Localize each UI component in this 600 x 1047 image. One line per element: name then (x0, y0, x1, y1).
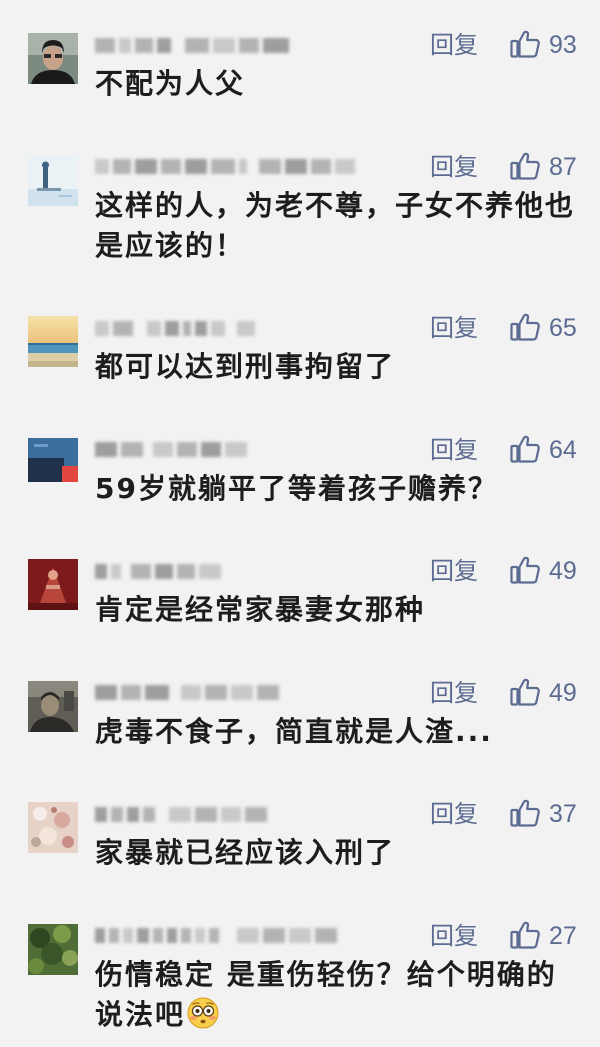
like-count: 87 (549, 152, 577, 181)
comment-item: 回复 93 不配为人父 (28, 30, 583, 104)
like-count: 49 (549, 678, 577, 707)
like-button[interactable]: 49 (510, 678, 582, 708)
like-button[interactable]: 64 (510, 435, 582, 465)
comment-header: 回复 37 (95, 799, 583, 829)
comment-text-fragment: 说法吧 (95, 997, 186, 1031)
comment-text-line: 是应该的！ (95, 228, 246, 262)
comment-header: 回复 93 (95, 30, 583, 60)
like-button[interactable]: 27 (510, 921, 582, 951)
username-blurred[interactable] (95, 927, 337, 945)
comment-text-line: 肯定是经常家暴妻女那种 (95, 593, 426, 626)
like-button[interactable]: 49 (510, 556, 582, 586)
reply-button[interactable]: 回复 (430, 802, 478, 826)
thumbs-up-icon (510, 30, 540, 58)
thumbs-up-icon (510, 313, 540, 341)
like-button[interactable]: 87 (510, 152, 582, 182)
comment-text-line: 59岁就躺平了等着孩子赡养？ (95, 471, 498, 505)
username-blurred[interactable] (95, 36, 289, 54)
like-button[interactable]: 37 (510, 799, 582, 829)
comment-header: 回复 49 (95, 678, 583, 708)
username-blurred[interactable] (95, 684, 279, 702)
comment-text-line: 这样的人，为老不尊，子女不养他也 (95, 188, 576, 222)
reply-button[interactable]: 回复 (430, 155, 478, 179)
comment-header: 回复 49 (95, 556, 583, 586)
avatar[interactable] (28, 33, 78, 84)
thumbs-up-icon (510, 799, 540, 827)
username-blurred[interactable] (95, 562, 221, 580)
like-count: 64 (549, 435, 577, 464)
reply-button[interactable]: 回复 (430, 681, 478, 705)
avatar[interactable] (28, 437, 78, 489)
avatar[interactable] (28, 923, 78, 975)
comment-text-line: 家暴就已经应该入刑了 (95, 836, 396, 869)
like-count: 65 (549, 314, 577, 342)
comment-header: 回复 65 (95, 313, 583, 343)
avatar[interactable] (28, 802, 78, 853)
username-blurred[interactable] (95, 158, 355, 176)
thumbs-up-icon (510, 921, 540, 949)
comment-item: 回复 49 肯定是经常家暴妻女那种 (28, 556, 583, 630)
comment-text-line: 都可以达到刑事拘留了 (95, 350, 396, 383)
like-count: 49 (549, 557, 577, 585)
comment-header: 回复 27 (95, 921, 583, 951)
reply-button[interactable]: 回复 (430, 559, 478, 583)
comment-text-line: 不配为人父 (95, 67, 246, 100)
avatar[interactable] (28, 559, 78, 610)
username-blurred[interactable] (95, 441, 247, 459)
thumbs-up-icon (510, 152, 540, 180)
reply-button[interactable]: 回复 (430, 316, 478, 340)
comment-item: 回复 27 伤情稳定 是重伤轻伤？给个明确的 说法吧 (28, 921, 583, 1035)
avatar[interactable] (28, 154, 78, 206)
comment-header: 回复 64 (95, 435, 583, 465)
like-count: 93 (549, 31, 577, 59)
avatar[interactable] (28, 680, 78, 732)
comment-header: 回复 87 (95, 152, 583, 182)
comment-list: 回复 93 不配为人父 回复 87 这样的人，为老不尊，子女不养他也 是应该的！… (0, 0, 600, 1047)
comment-text-line: 说法吧 (95, 995, 583, 1035)
comment-text-line: 虎毒不食子，简直就是人渣... (95, 714, 493, 748)
username-blurred[interactable] (95, 319, 255, 337)
reply-button[interactable]: 回复 (430, 33, 478, 57)
comment-item: 回复 37 家暴就已经应该入刑了 (28, 799, 583, 873)
thumbs-up-icon (510, 556, 540, 584)
thumbs-up-icon (510, 678, 540, 706)
username-blurred[interactable] (95, 805, 267, 823)
like-button[interactable]: 65 (510, 313, 582, 343)
thumbs-up-icon (510, 435, 540, 463)
comment-item: 回复 87 这样的人，为老不尊，子女不养他也 是应该的！ (28, 152, 583, 266)
avatar[interactable] (28, 316, 78, 367)
reply-button[interactable]: 回复 (430, 438, 478, 462)
comment-item: 回复 49 虎毒不食子，简直就是人渣... (28, 678, 583, 752)
comment-text-line: 伤情稳定 是重伤轻伤？给个明确的 (95, 957, 557, 991)
flushed-face-emoji-icon (187, 997, 219, 1029)
like-count: 27 (549, 921, 577, 950)
like-button[interactable]: 93 (510, 30, 582, 60)
comment-item: 回复 64 59岁就躺平了等着孩子赡养？ (28, 435, 583, 509)
reply-button[interactable]: 回复 (430, 924, 478, 948)
comment-item: 回复 65 都可以达到刑事拘留了 (28, 313, 583, 387)
like-count: 37 (549, 800, 577, 828)
